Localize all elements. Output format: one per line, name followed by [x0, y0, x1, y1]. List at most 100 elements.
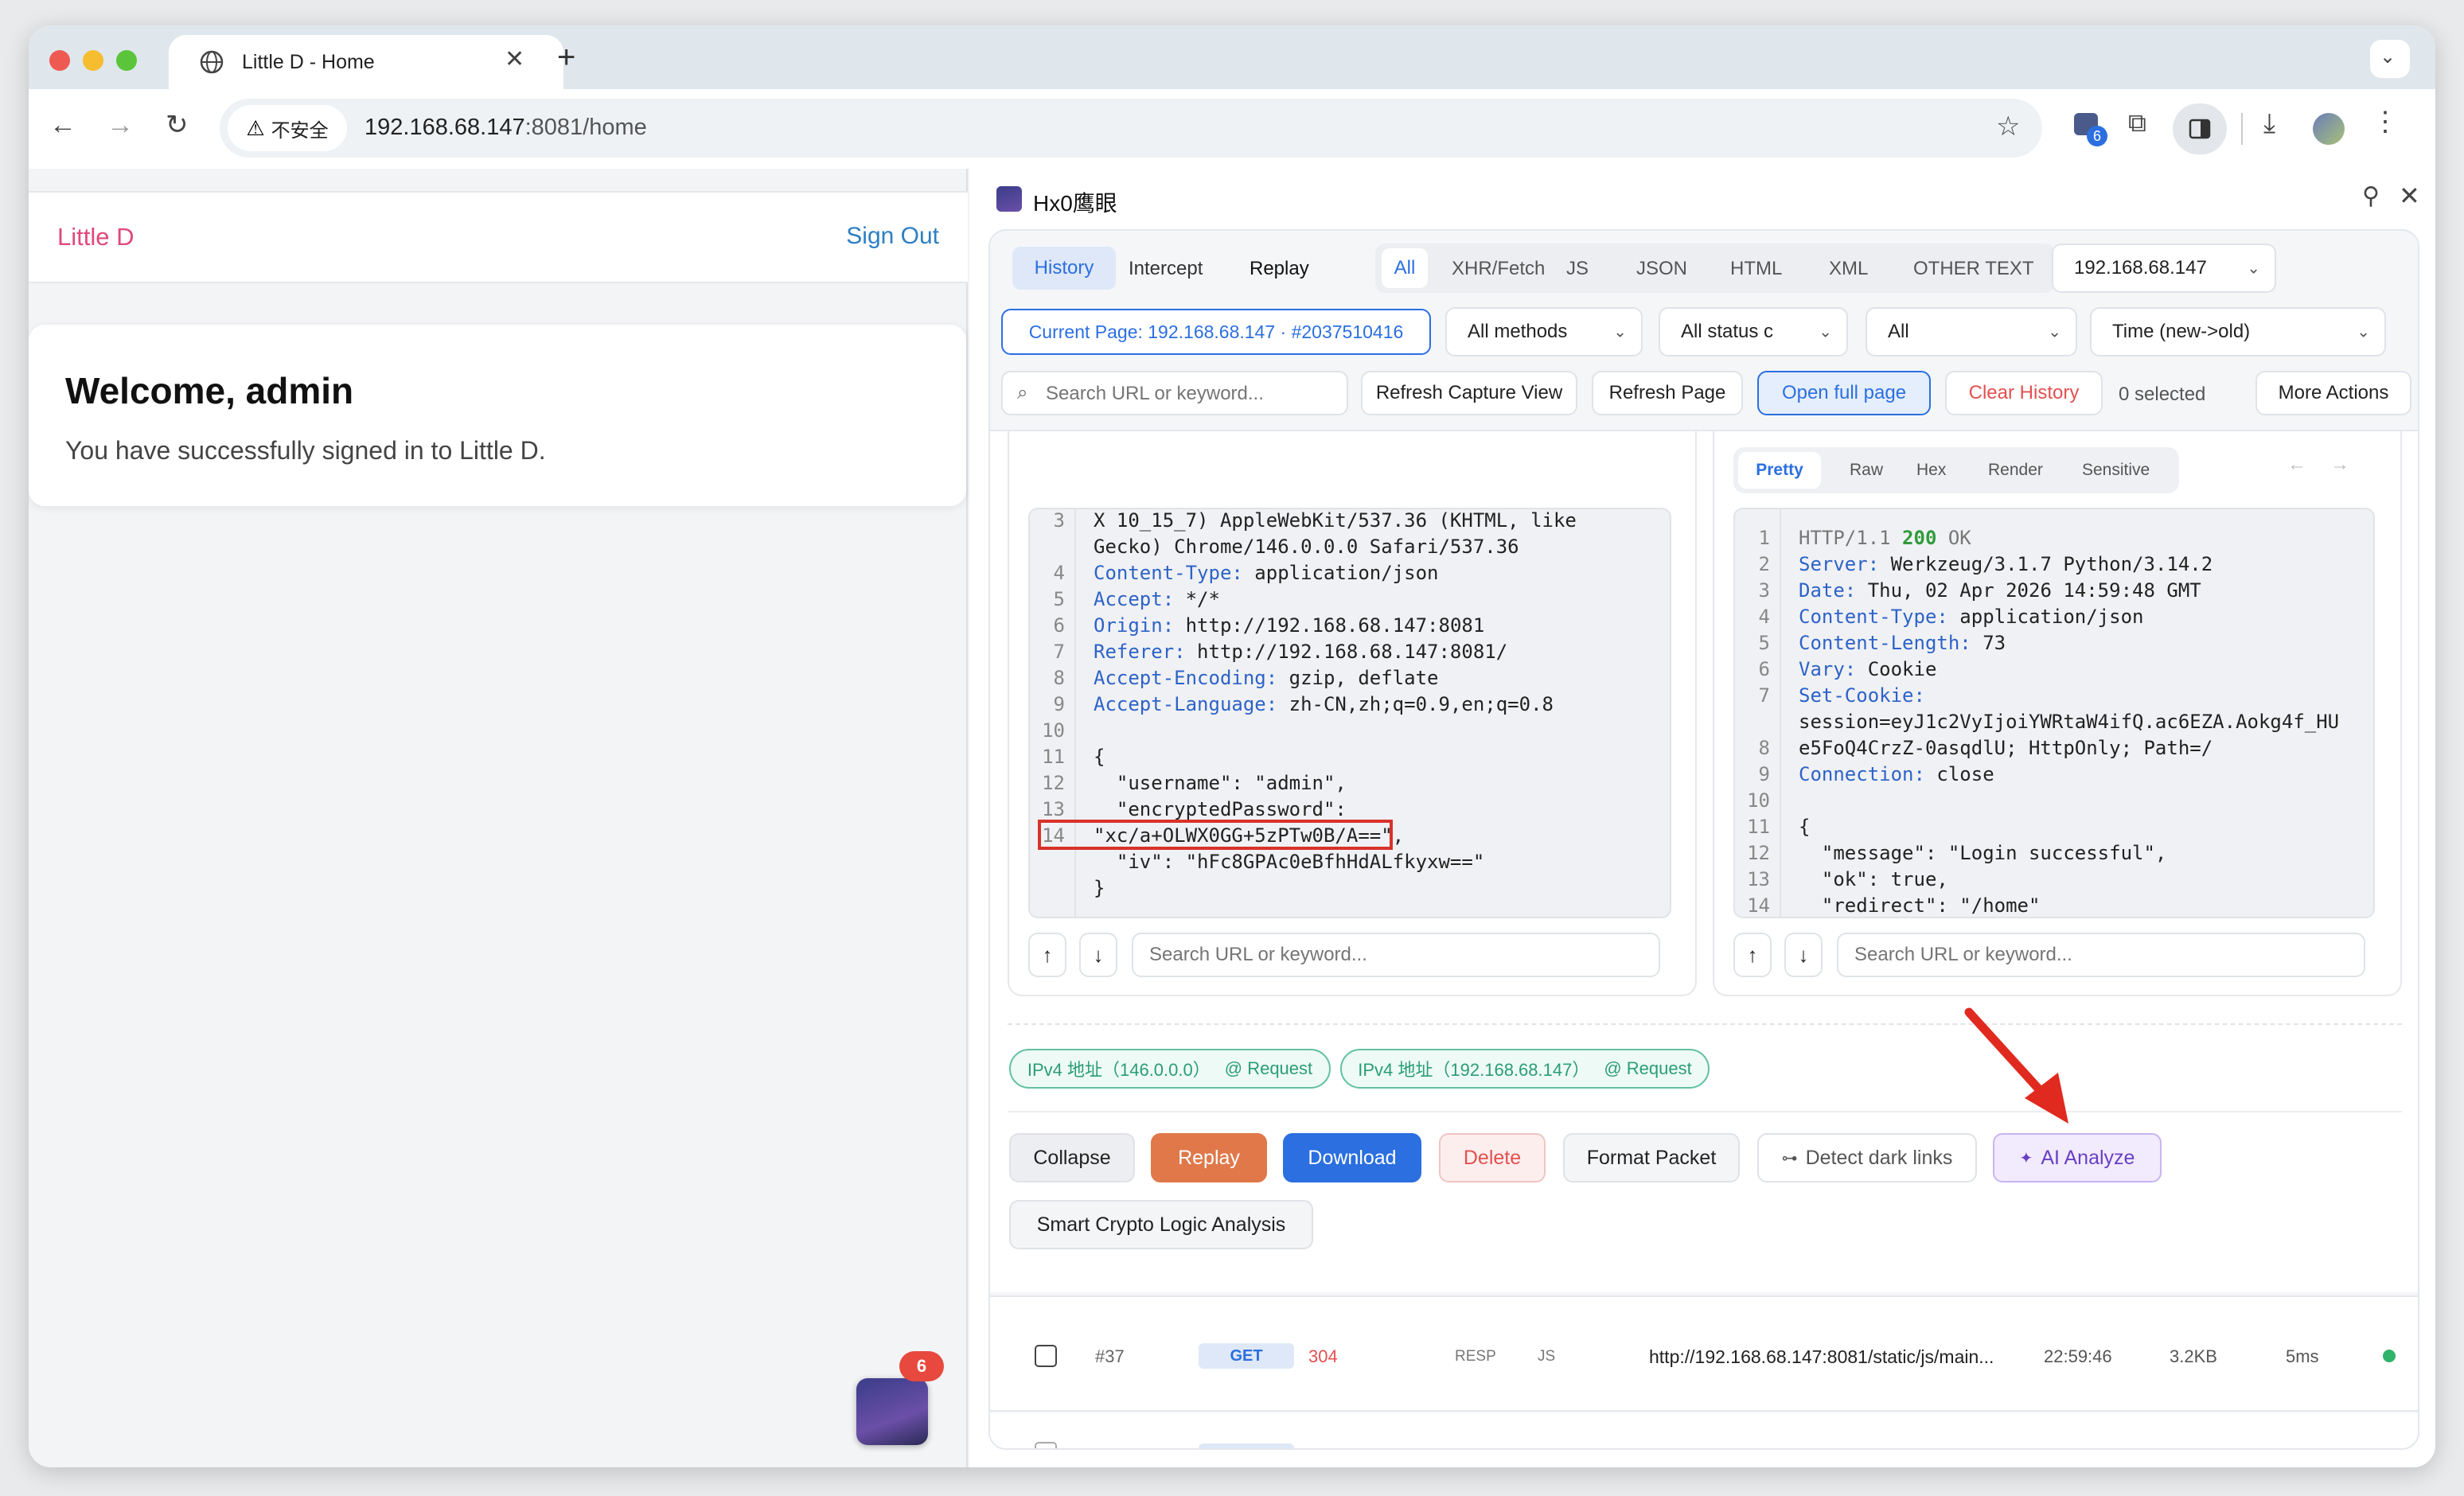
- line-number: 13: [1747, 868, 1770, 890]
- download-button[interactable]: Download: [1283, 1133, 1421, 1182]
- tab-history[interactable]: History: [1012, 247, 1116, 290]
- back-arrow-icon[interactable]: ←: [49, 111, 76, 138]
- tab-sensitive[interactable]: Sensitive: [2082, 461, 2150, 480]
- side-panel-button[interactable]: [2173, 103, 2227, 154]
- time-sort-value: Time (new->old): [2112, 321, 2251, 342]
- code-line: 8 e5FoQ4CrzZ-0asqdlU; HttpOnly; Path=/: [1735, 735, 2373, 762]
- row-checkbox[interactable]: [1035, 1442, 1057, 1448]
- filter-html[interactable]: HTML: [1730, 258, 1782, 280]
- code-line: 12 "username": "admin",: [1030, 770, 1670, 797]
- response-search-input[interactable]: [1837, 933, 2365, 977]
- current-page-chip[interactable]: Current Page: 192.168.68.147 · #20375104…: [1001, 309, 1431, 355]
- address-bar[interactable]: ⚠ 不安全 192.168.68.147:8081/home ☆: [220, 99, 2042, 158]
- line-number: 4: [1758, 606, 1770, 628]
- format-packet-button[interactable]: Format Packet: [1563, 1133, 1740, 1182]
- section-divider: [1008, 1111, 2402, 1112]
- code-line: 13 "ok": true,: [1735, 867, 2373, 893]
- highlight-box: [1038, 820, 1393, 850]
- panel-title: Hx0鹰眼: [1033, 191, 1117, 216]
- unpin-icon[interactable]: ⚲: [2362, 185, 2380, 208]
- tab-render[interactable]: Render: [1988, 461, 2043, 480]
- arrow-down-icon[interactable]: ↓: [1079, 933, 1117, 977]
- site-info-chip[interactable]: ⚠ 不安全: [228, 105, 347, 151]
- history-search[interactable]: ⌕: [1001, 371, 1348, 415]
- prev-arrow-icon[interactable]: ←: [2287, 455, 2306, 474]
- refresh-page-button[interactable]: Refresh Page: [1592, 371, 1743, 415]
- status-select[interactable]: All status c ⌄: [1659, 307, 1848, 356]
- close-panel-icon[interactable]: ✕: [2399, 183, 2420, 208]
- detect-dark-links-button[interactable]: ⊶ Detect dark links: [1757, 1133, 1977, 1182]
- profile-avatar[interactable]: [2313, 113, 2345, 145]
- maximize-window-button[interactable]: [116, 50, 137, 71]
- tab-pretty[interactable]: Pretty: [1738, 452, 1821, 489]
- header-value: X 10_15_7) AppleWebKit/537.36 (KHTML, li…: [1094, 509, 1577, 532]
- code-line: 10: [1735, 788, 2373, 814]
- refresh-capture-button[interactable]: Refresh Capture View: [1361, 371, 1577, 415]
- collapse-button[interactable]: Collapse: [1009, 1133, 1135, 1182]
- header-key: Content-Length:: [1799, 632, 1971, 654]
- chevron-down-icon: ⌄: [2357, 323, 2370, 341]
- floating-extension-button[interactable]: 6: [856, 1351, 944, 1445]
- download-icon[interactable]: ⤓: [2263, 110, 2275, 137]
- tab-intercept[interactable]: Intercept: [1129, 258, 1203, 280]
- forward-arrow-icon[interactable]: →: [107, 111, 134, 138]
- delete-button[interactable]: Delete: [1439, 1133, 1546, 1182]
- reload-icon[interactable]: ↻: [166, 111, 189, 138]
- puzzle-extensions-icon[interactable]: ⧉: [2128, 110, 2146, 135]
- smart-crypto-button[interactable]: Smart Crypto Logic Analysis: [1009, 1200, 1313, 1249]
- filter-row-1: History Intercept Replay All XHR/Fetch J…: [1001, 243, 2055, 293]
- arrow-up-icon[interactable]: ↑: [1028, 933, 1066, 977]
- code-line: 7 Referer: http://192.168.68.147:8081/: [1030, 639, 1670, 665]
- ipv4-tag-1[interactable]: IPv4 地址（146.0.0.0） @ Request: [1009, 1049, 1331, 1089]
- all-select[interactable]: All ⌄: [1866, 307, 2077, 356]
- open-full-page-button[interactable]: Open full page: [1757, 371, 1931, 415]
- browser-tab[interactable]: Little D - Home ✕: [169, 35, 563, 91]
- filter-all[interactable]: All: [1382, 248, 1428, 288]
- filter-js[interactable]: JS: [1566, 258, 1589, 280]
- ai-label: AI Analyze: [2041, 1146, 2135, 1169]
- replay-button[interactable]: Replay: [1151, 1133, 1267, 1182]
- tab-search-button[interactable]: ⌄: [2370, 40, 2410, 78]
- tab-replay[interactable]: Replay: [1250, 258, 1309, 280]
- code-line: Gecko) Chrome/146.0.0.0 Safari/537.36: [1030, 534, 1670, 560]
- row-checkbox[interactable]: [1035, 1345, 1057, 1367]
- tag-source: @ Request: [1604, 1058, 1692, 1078]
- more-actions-button[interactable]: More Actions: [2255, 371, 2411, 415]
- filter-xml[interactable]: XML: [1829, 258, 1868, 280]
- ai-analyze-button[interactable]: ✦ AI Analyze: [1993, 1133, 2162, 1182]
- filter-other-text[interactable]: OTHER TEXT: [1913, 258, 2034, 280]
- request-search-input[interactable]: [1132, 933, 1660, 977]
- filter-json[interactable]: JSON: [1636, 258, 1687, 280]
- host-select[interactable]: 192.168.68.147 ⌄: [2052, 243, 2276, 293]
- tab-hex[interactable]: Hex: [1916, 461, 1946, 480]
- arrow-down-icon[interactable]: ↓: [1784, 933, 1823, 977]
- tab-raw[interactable]: Raw: [1850, 461, 1883, 480]
- url-text: 192.168.68.147:8081/home: [365, 115, 647, 141]
- header-key: Accept:: [1094, 588, 1175, 610]
- minimize-window-button[interactable]: [83, 50, 103, 71]
- sign-out-link[interactable]: Sign Out: [846, 223, 939, 250]
- history-row[interactable]: #37 GET 304 RESP JS http://192.168.68.14…: [990, 1295, 2418, 1412]
- line-number: 3: [1758, 579, 1770, 602]
- app-brand[interactable]: Little D: [57, 223, 134, 251]
- filter-xhr[interactable]: XHR/Fetch: [1452, 258, 1545, 280]
- code-line: 11 {: [1735, 814, 2373, 840]
- bookmark-star-icon[interactable]: ☆: [1996, 113, 2020, 140]
- ipv4-tag-2[interactable]: IPv4 地址（192.168.68.147） @ Request: [1340, 1049, 1710, 1089]
- clear-history-button[interactable]: Clear History: [1945, 371, 2103, 415]
- methods-select[interactable]: All methods ⌄: [1445, 307, 1643, 356]
- arrow-up-icon[interactable]: ↑: [1733, 933, 1772, 977]
- menu-kebab-icon[interactable]: ⋮: [2372, 108, 2399, 135]
- row-url[interactable]: http://192.168.68.147:8081/static/js/mai…: [1649, 1346, 1994, 1368]
- header-value: gzip, deflate: [1277, 667, 1439, 689]
- new-tab-button[interactable]: +: [557, 41, 575, 73]
- extension-badge-icon[interactable]: 6: [2071, 108, 2107, 146]
- next-arrow-icon[interactable]: →: [2330, 455, 2349, 474]
- line-number: 3: [1053, 509, 1065, 532]
- history-search-input[interactable]: [1044, 380, 1339, 407]
- time-sort-select[interactable]: Time (new->old) ⌄: [2090, 307, 2386, 356]
- code-line: 6 Origin: http://192.168.68.147:8081: [1030, 613, 1670, 639]
- close-tab-icon[interactable]: ✕: [505, 48, 524, 72]
- close-window-button[interactable]: [49, 50, 70, 71]
- row-duration: 5ms: [2286, 1346, 2319, 1366]
